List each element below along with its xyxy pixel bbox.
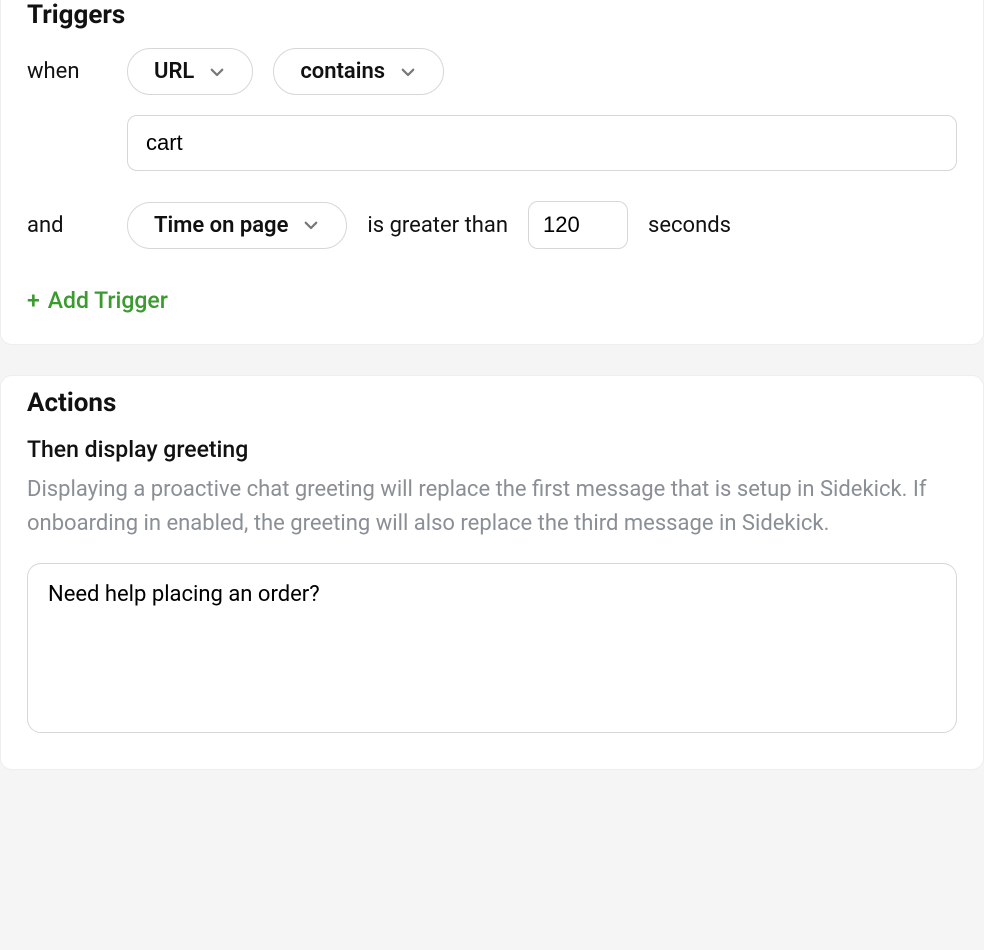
trigger-seconds-input[interactable] (528, 201, 628, 249)
actions-description: Displaying a proactive chat greeting wil… (27, 473, 957, 541)
trigger-row-1: when URL contains (27, 48, 957, 95)
trigger-operator-select[interactable]: contains (273, 48, 444, 95)
trigger-type-value: URL (154, 59, 194, 84)
trigger-type-select[interactable]: URL (127, 48, 253, 95)
greeting-textarea[interactable] (27, 563, 957, 733)
chevron-down-icon (302, 216, 320, 234)
add-trigger-label: Add Trigger (48, 287, 168, 314)
actions-title: Actions (27, 388, 957, 418)
when-label: when (27, 59, 107, 84)
trigger-url-input-wrap (127, 115, 957, 171)
chevron-down-icon (399, 63, 417, 81)
triggers-section: Triggers when URL contains and Time on p… (0, 0, 984, 345)
actions-subhead: Then display greeting (27, 436, 957, 463)
trigger-time-select[interactable]: Time on page (127, 202, 347, 249)
trigger-time-value: Time on page (154, 213, 288, 238)
greater-than-text: is greater than (367, 213, 508, 238)
chevron-down-icon (208, 63, 226, 81)
triggers-title: Triggers (27, 0, 957, 30)
trigger-operator-value: contains (300, 59, 385, 84)
and-label: and (27, 213, 107, 238)
seconds-text: seconds (648, 213, 731, 238)
trigger-row-2: and Time on page is greater than seconds (27, 201, 957, 249)
plus-icon: + (27, 289, 40, 312)
actions-section: Actions Then display greeting Displaying… (0, 375, 984, 770)
add-trigger-button[interactable]: + Add Trigger (27, 287, 168, 314)
trigger-url-input[interactable] (127, 115, 957, 171)
